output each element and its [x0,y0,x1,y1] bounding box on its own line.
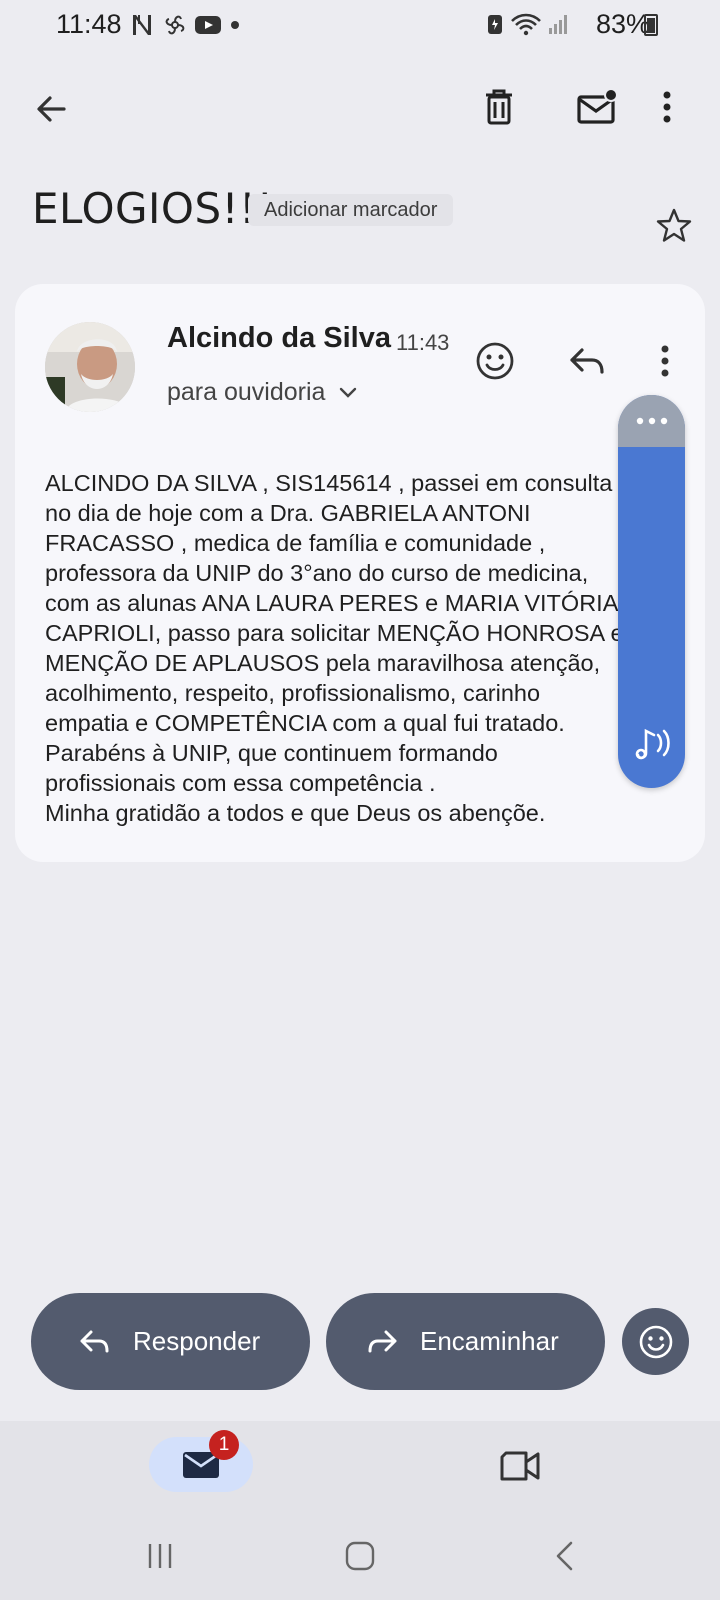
recent-apps-button[interactable] [140,1536,180,1576]
chevron-down-icon[interactable] [339,387,357,399]
battery-icon [644,14,658,36]
star-outline-icon [656,208,692,242]
add-label-chip[interactable]: Adicionar marcador [248,194,454,226]
wifi-icon [511,13,541,36]
arrow-left-icon [37,96,66,122]
star-button[interactable] [652,204,696,248]
system-back-button[interactable] [544,1536,584,1576]
status-time: 11:48 [56,9,122,39]
mark-unread-button[interactable] [570,82,624,132]
emoji-icon [639,1325,672,1358]
status-notification-icons [130,12,242,38]
music-sound-icon [635,728,670,760]
signal-icon [549,15,567,34]
email-subject: ELOGIOS!!! [32,184,274,233]
forward-button[interactable]: Encaminhar [326,1293,605,1390]
reply-icon [570,348,604,374]
reply-button[interactable]: Responder [31,1293,310,1390]
emoji-react-button[interactable] [622,1308,689,1375]
battery-percent: 83% [595,9,650,39]
forward-icon [368,1330,397,1352]
status-bar: 11:48 83% [0,0,720,52]
reply-icon [80,1330,109,1352]
home-icon [345,1541,375,1571]
recent-apps-icon [148,1544,172,1568]
recipient-text: para ouvidoria [167,378,326,406]
sender-name: Alcindo da Silva [167,322,391,354]
more-horiz-icon [636,417,667,425]
sender-avatar[interactable] [45,322,135,412]
forward-label: Encaminhar [420,1326,559,1356]
youtube-icon [195,16,221,34]
more-vert-icon [663,91,671,123]
message-more-button[interactable] [653,338,677,384]
message-time: 11:43 [396,330,450,355]
n-app-icon [133,15,151,35]
mail-unread-icon [577,88,618,124]
battery-saver-icon [488,15,502,34]
video-camera-icon [500,1451,540,1481]
status-system-icons [486,12,570,36]
trash-icon [486,89,512,125]
unread-badge: 1 [209,1430,239,1460]
more-options-button[interactable] [652,82,682,132]
add-reaction-button[interactable] [472,338,518,384]
panel-more-button[interactable] [618,395,685,447]
delete-button[interactable] [474,82,524,132]
nav-meet-tab[interactable] [492,1444,548,1488]
reply-icon-button[interactable] [564,338,610,384]
dot-icon [231,21,239,29]
pinwheel-icon [165,15,185,35]
reply-label: Responder [133,1326,261,1356]
chevron-left-icon [556,1541,573,1571]
recipient-row[interactable]: para ouvidoria [167,378,357,407]
emoji-icon [476,342,514,380]
home-button[interactable] [340,1536,380,1576]
read-aloud-panel[interactable] [618,395,685,788]
avatar-photo [45,322,135,412]
more-vert-icon [661,345,669,377]
back-button[interactable] [26,84,76,134]
message-body: ALCINDO DA SILVA , SIS145614 , passei em… [45,470,624,826]
